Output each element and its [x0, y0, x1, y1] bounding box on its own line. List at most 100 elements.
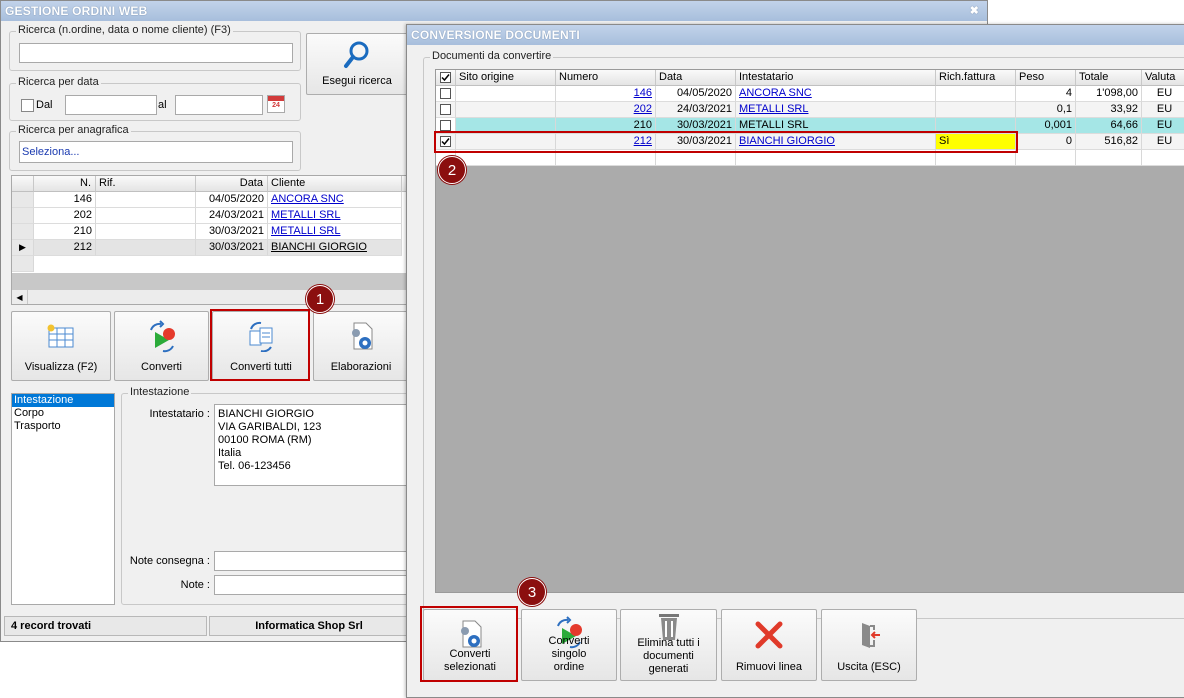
processing-button[interactable]: Elaborazioni [313, 311, 409, 381]
delete-all-button[interactable]: Elimina tutti i documenti generati [620, 609, 717, 681]
remove-line-button[interactable]: Rimuovi linea [721, 609, 817, 681]
doc-source-site[interactable] [456, 102, 556, 118]
date-from-label: Dal [36, 99, 53, 111]
search-button[interactable]: Esegui ricerca [306, 33, 408, 95]
row-checkbox[interactable] [440, 120, 451, 131]
order-customer-link[interactable]: METALLI SRL [268, 224, 402, 240]
convert-single-label: Converti singolo ordine [548, 635, 590, 673]
current-row-indicator[interactable]: ▶ [12, 240, 34, 256]
row-indicator[interactable] [12, 192, 34, 208]
col-header-holder[interactable]: Intestatario [736, 70, 936, 86]
view-button[interactable]: Visualizza (F2) [11, 311, 111, 381]
doc-currency[interactable]: EU [1142, 102, 1184, 118]
doc-weight[interactable]: 4 [1016, 86, 1076, 102]
holder-text-area[interactable]: BIANCHI GIORGIO VIA GARIBALDI, 123 00100… [214, 404, 412, 486]
doc-date[interactable]: 04/05/2020 [656, 86, 736, 102]
search-group: Ricerca (n.ordine, data o nome cliente) … [9, 24, 301, 71]
col-header-invoice-request[interactable]: Rich.fattura [936, 70, 1016, 86]
col-header-source-site[interactable]: Sito origine [456, 70, 556, 86]
col-header-number[interactable]: Numero [556, 70, 656, 86]
delivery-notes-field[interactable] [214, 551, 412, 571]
convert-single-button[interactable]: Converti singolo ordine [521, 609, 617, 681]
order-number[interactable]: 202 [34, 208, 96, 224]
holder-label: Intestatario : [149, 408, 210, 420]
document-gear-icon [352, 322, 373, 350]
doc-holder-link[interactable]: METALLI SRL [736, 102, 936, 118]
row-checkbox[interactable] [440, 104, 451, 115]
close-icon[interactable]: ✖ [970, 1, 979, 21]
scroll-left-arrow-icon[interactable]: ◀ [12, 290, 28, 304]
doc-number-link[interactable]: 146 [556, 86, 656, 102]
section-item-corpo[interactable]: Corpo [12, 407, 114, 420]
convert-button[interactable]: Converti [114, 311, 209, 381]
search-icon [344, 41, 369, 68]
doc-number-link[interactable]: 202 [556, 102, 656, 118]
doc-date[interactable]: 24/03/2021 [656, 102, 736, 118]
order-customer-link[interactable]: ANCORA SNC [268, 192, 402, 208]
order-ref[interactable] [96, 208, 196, 224]
doc-currency[interactable]: EU [1142, 86, 1184, 102]
remove-line-label: Rimuovi linea [735, 661, 803, 673]
notes-field[interactable] [214, 575, 412, 595]
col-header-weight[interactable]: Peso [1016, 70, 1076, 86]
col-header-currency[interactable]: Valuta [1142, 70, 1184, 86]
col-header-date[interactable]: Data [656, 70, 736, 86]
highlight-selected-row [434, 131, 1018, 153]
col-header-total[interactable]: Totale [1076, 70, 1142, 86]
doc-source-site[interactable] [456, 86, 556, 102]
order-number[interactable]: 210 [34, 224, 96, 240]
doc-invoice-request[interactable] [936, 86, 1016, 102]
order-ref[interactable] [96, 240, 196, 256]
date-filter-checkbox[interactable] [21, 99, 34, 112]
calendar-day-number: 24 [272, 102, 280, 109]
order-number[interactable]: 146 [34, 192, 96, 208]
status-company: Informatica Shop Srl [209, 616, 409, 636]
order-ref[interactable] [96, 192, 196, 208]
exit-door-icon [862, 623, 880, 648]
doc-total[interactable]: 1'098,00 [1076, 86, 1142, 102]
order-customer-link[interactable]: BIANCHI GIORGIO [268, 240, 402, 256]
section-item-trasporto[interactable]: Trasporto [12, 420, 114, 433]
order-ref[interactable] [96, 224, 196, 240]
row-indicator[interactable] [12, 208, 34, 224]
doc-total[interactable]: 33,92 [1076, 102, 1142, 118]
order-date[interactable]: 30/03/2021 [196, 240, 268, 256]
row-indicator[interactable] [12, 224, 34, 240]
highlight-convert-selected [420, 606, 518, 682]
date-search-group: Ricerca per data Dal al 24 [9, 76, 301, 121]
exit-button[interactable]: Uscita (ESC) [821, 609, 917, 681]
col-header-ref[interactable]: Rif. [96, 176, 196, 192]
col-header-number[interactable]: N. [34, 176, 96, 192]
order-number[interactable]: 212 [34, 240, 96, 256]
doc-total[interactable]: 64,66 [1076, 118, 1142, 134]
documents-group-label: Documenti da convertire [430, 50, 554, 62]
search-input[interactable] [19, 43, 293, 63]
date-from-field[interactable] [65, 95, 157, 115]
header-panel-label: Intestazione [128, 386, 192, 398]
doc-weight[interactable]: 0,001 [1016, 118, 1076, 134]
dialog-title: CONVERSIONE DOCUMENTI [411, 28, 580, 42]
horizontal-scrollbar[interactable]: ◀ [12, 289, 407, 304]
doc-weight[interactable]: 0 [1016, 134, 1076, 150]
select-all-checkbox[interactable] [440, 72, 451, 83]
order-date[interactable]: 04/05/2020 [196, 192, 268, 208]
row-checkbox[interactable] [440, 88, 451, 99]
order-customer-link[interactable]: METALLI SRL [268, 208, 402, 224]
dialog-title-bar: CONVERSIONE DOCUMENTI [407, 25, 1184, 45]
grid-empty-area [12, 273, 407, 289]
doc-holder-link[interactable]: ANCORA SNC [736, 86, 936, 102]
doc-currency[interactable]: EU [1142, 118, 1184, 134]
doc-currency[interactable]: EU [1142, 134, 1184, 150]
col-header-customer[interactable]: Cliente [268, 176, 402, 192]
order-date[interactable]: 24/03/2021 [196, 208, 268, 224]
doc-weight[interactable]: 0,1 [1016, 102, 1076, 118]
order-date[interactable]: 30/03/2021 [196, 224, 268, 240]
col-header-date[interactable]: Data [196, 176, 268, 192]
doc-invoice-request[interactable] [936, 102, 1016, 118]
highlight-convert-all [210, 309, 310, 381]
doc-total[interactable]: 516,82 [1076, 134, 1142, 150]
section-item-intestazione[interactable]: Intestazione [12, 394, 114, 407]
calendar-icon[interactable]: 24 [267, 95, 285, 113]
date-to-field[interactable] [175, 95, 263, 115]
registry-select[interactable]: Seleziona... [19, 141, 293, 163]
